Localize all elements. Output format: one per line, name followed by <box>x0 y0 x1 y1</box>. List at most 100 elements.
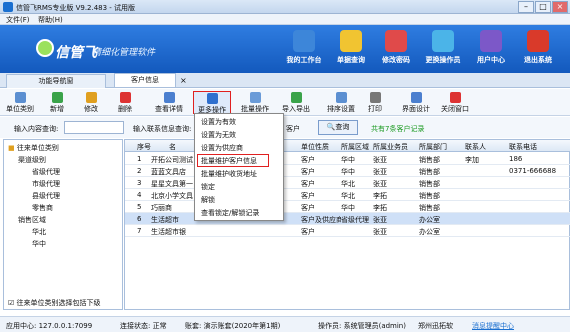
tab-bar: 功能导航窗 客户信息 × <box>0 73 570 88</box>
status-bar: 应用中心: 127.0.0.1:7099 连接状态: 正常 账套: 演示账套(2… <box>0 316 570 332</box>
table-row[interactable]: 7 生活超市银 客户 张亚 办公室 <box>125 225 570 237</box>
nav-workbench[interactable]: 我的工作台 <box>284 27 324 71</box>
table-cell: 李拓 <box>373 204 387 212</box>
table-cell: 客户及供应商 <box>301 216 341 224</box>
menu-bar: 文件(F) 帮助(H) <box>0 14 570 25</box>
menu-item[interactable]: 批量维护客户信息 <box>201 155 281 167</box>
table-cell: 张亚 <box>373 156 387 164</box>
table-row[interactable]: 5 巧丽商 客户 华中 李拓 销售部 <box>125 201 570 213</box>
menu-item[interactable]: 设置为无效 <box>201 129 281 141</box>
menu-item[interactable]: 锁定 <box>201 181 281 193</box>
col-header[interactable]: 所属部门 <box>419 142 447 152</box>
tree-item[interactable]: 省级代理 <box>32 167 60 177</box>
tree-item[interactable]: 县级代理 <box>32 191 60 201</box>
table-cell: 客户 <box>301 156 315 164</box>
delete-button[interactable]: 删除 <box>118 91 132 114</box>
tab-customer-info[interactable]: 客户信息 <box>114 73 176 87</box>
tree-item[interactable]: 华北 <box>32 227 46 237</box>
table-cell: 华北 <box>341 192 355 200</box>
power-icon <box>527 30 549 52</box>
table-cell: 销售部 <box>419 192 440 200</box>
toolbar: 单位类别 新增 修改 删除 查看详情 更多操作 批量操作 导入导出 排序设置 打… <box>0 89 570 116</box>
menu-item[interactable]: 批量维护收货地址 <box>201 168 281 180</box>
batch-icon <box>249 92 261 103</box>
col-header[interactable]: 所属区域 <box>341 142 369 152</box>
minimize-button[interactable]: – <box>518 1 534 13</box>
close-window-button[interactable]: 关闭窗口 <box>441 91 469 114</box>
table-cell: 张亚 <box>373 228 387 236</box>
col-header[interactable]: 名 <box>169 142 176 152</box>
detail-icon <box>163 92 175 103</box>
close-window-icon <box>449 92 461 103</box>
chevrons-down-icon <box>206 93 218 104</box>
query-button[interactable]: 🔍查询 <box>318 120 358 135</box>
col-header[interactable]: 联系电话 <box>509 142 537 152</box>
tree-item[interactable]: 销售区域 <box>18 215 46 225</box>
app-icon <box>3 2 13 12</box>
col-header[interactable]: 联系人 <box>465 142 486 152</box>
category-tree-panel: ■ 往来单位类别 渠道级别 省级代理 市级代理 县级代理 零售商 销售区域 华北… <box>3 139 123 310</box>
table-row[interactable]: 3 星星文具第一 客户 华北 张亚 销售部 <box>125 177 570 189</box>
unit-category-button[interactable]: 单位类别 <box>6 91 34 114</box>
tab-nav-window[interactable]: 功能导航窗 <box>6 74 106 88</box>
menu-item[interactable]: 解锁 <box>201 194 281 206</box>
table-cell: 李拓 <box>373 192 387 200</box>
table-cell: 客户 <box>301 180 315 188</box>
table-cell: 销售部 <box>419 156 440 164</box>
tree-item[interactable]: 渠道级别 <box>18 155 46 165</box>
tree-root[interactable]: ■ 往来单位类别 <box>8 143 59 153</box>
menu-help[interactable]: 帮助(H) <box>38 15 63 25</box>
menu-file[interactable]: 文件(F) <box>6 15 30 25</box>
nav-exit[interactable]: 退出系统 <box>518 27 558 71</box>
ui-design-button[interactable]: 界面设计 <box>402 91 430 114</box>
edit-icon <box>85 92 97 103</box>
tree-item[interactable]: 华中 <box>32 239 46 249</box>
col-header[interactable]: 所属业务员 <box>373 142 408 152</box>
nav-user-center[interactable]: 用户中心 <box>471 27 511 71</box>
col-header[interactable]: 单位性质 <box>301 142 329 152</box>
add-button[interactable]: 新增 <box>50 91 64 114</box>
customer-type-field[interactable]: 客户 <box>286 124 300 134</box>
tree-item[interactable]: 零售商 <box>32 203 53 213</box>
batch-action-button[interactable]: 批量操作 <box>241 91 269 114</box>
view-detail-button[interactable]: 查看详情 <box>155 91 183 114</box>
contact-search-label: 输入联系信息查询: <box>133 125 192 133</box>
tab-close-icon[interactable]: × <box>180 76 187 85</box>
design-icon <box>410 92 422 103</box>
user-switch-icon <box>432 30 454 52</box>
close-button[interactable]: × <box>552 1 568 13</box>
region-status: 郑州迅拓软 <box>418 322 453 330</box>
table-cell: 7 <box>137 227 142 235</box>
table-cell: 省级代理 <box>341 216 369 224</box>
record-count: 共有7条客户记录 <box>371 125 425 133</box>
col-header[interactable]: 序号 <box>137 142 151 152</box>
tree-item[interactable]: 市级代理 <box>32 179 60 189</box>
maximize-button[interactable]: □ <box>535 1 551 13</box>
menu-item[interactable]: 设置为有效 <box>201 116 281 128</box>
nav-change-password[interactable]: 修改密码 <box>376 27 416 71</box>
content-search-input[interactable] <box>64 121 124 134</box>
brand-slogan: 精细化管理软件 <box>92 48 156 58</box>
nav-doc-query[interactable]: 单据查询 <box>331 27 371 71</box>
print-button[interactable]: 打印 <box>368 91 382 114</box>
import-export-button[interactable]: 导入导出 <box>282 91 310 114</box>
table-row[interactable]: 2 蓝蓝文具店 客户 华中 张亚 销售部 0371-666688 <box>125 165 570 177</box>
table-row[interactable]: 6 生活超市 客户及供应商 省级代理 张亚 办公室 <box>125 213 570 225</box>
edit-button[interactable]: 修改 <box>84 91 98 114</box>
title-bar: 信管飞RMS专业版 V9.2.483 - 试用版 – □ × <box>0 0 570 14</box>
sort-settings-button[interactable]: 排序设置 <box>327 91 355 114</box>
more-actions-button[interactable]: 更多操作 <box>193 91 231 114</box>
table-cell: 0371-666688 <box>509 167 557 175</box>
delete-icon <box>119 92 131 103</box>
table-cell: 办公室 <box>419 216 440 224</box>
table-row[interactable]: 4 北京小学文具 客户 华北 李拓 销售部 <box>125 189 570 201</box>
menu-item[interactable]: 设置为供应商 <box>201 142 281 154</box>
nav-switch-operator[interactable]: 更换操作员 <box>423 27 463 71</box>
include-subcategory-checkbox[interactable]: ☑ 往来单位类别选择包括下级 <box>8 298 101 308</box>
menu-item[interactable]: 查看锁定/解锁记录 <box>201 207 281 219</box>
table-cell: 张亚 <box>373 216 387 224</box>
brand-name: 信管飞 <box>55 45 97 61</box>
message-center-link[interactable]: 消息提醒中心 <box>472 321 514 331</box>
table-row[interactable]: 1 开拓公司测试 客户 华中 张亚 销售部 李加 186 <box>125 153 570 165</box>
table-cell: 生活超市银 <box>151 228 186 236</box>
